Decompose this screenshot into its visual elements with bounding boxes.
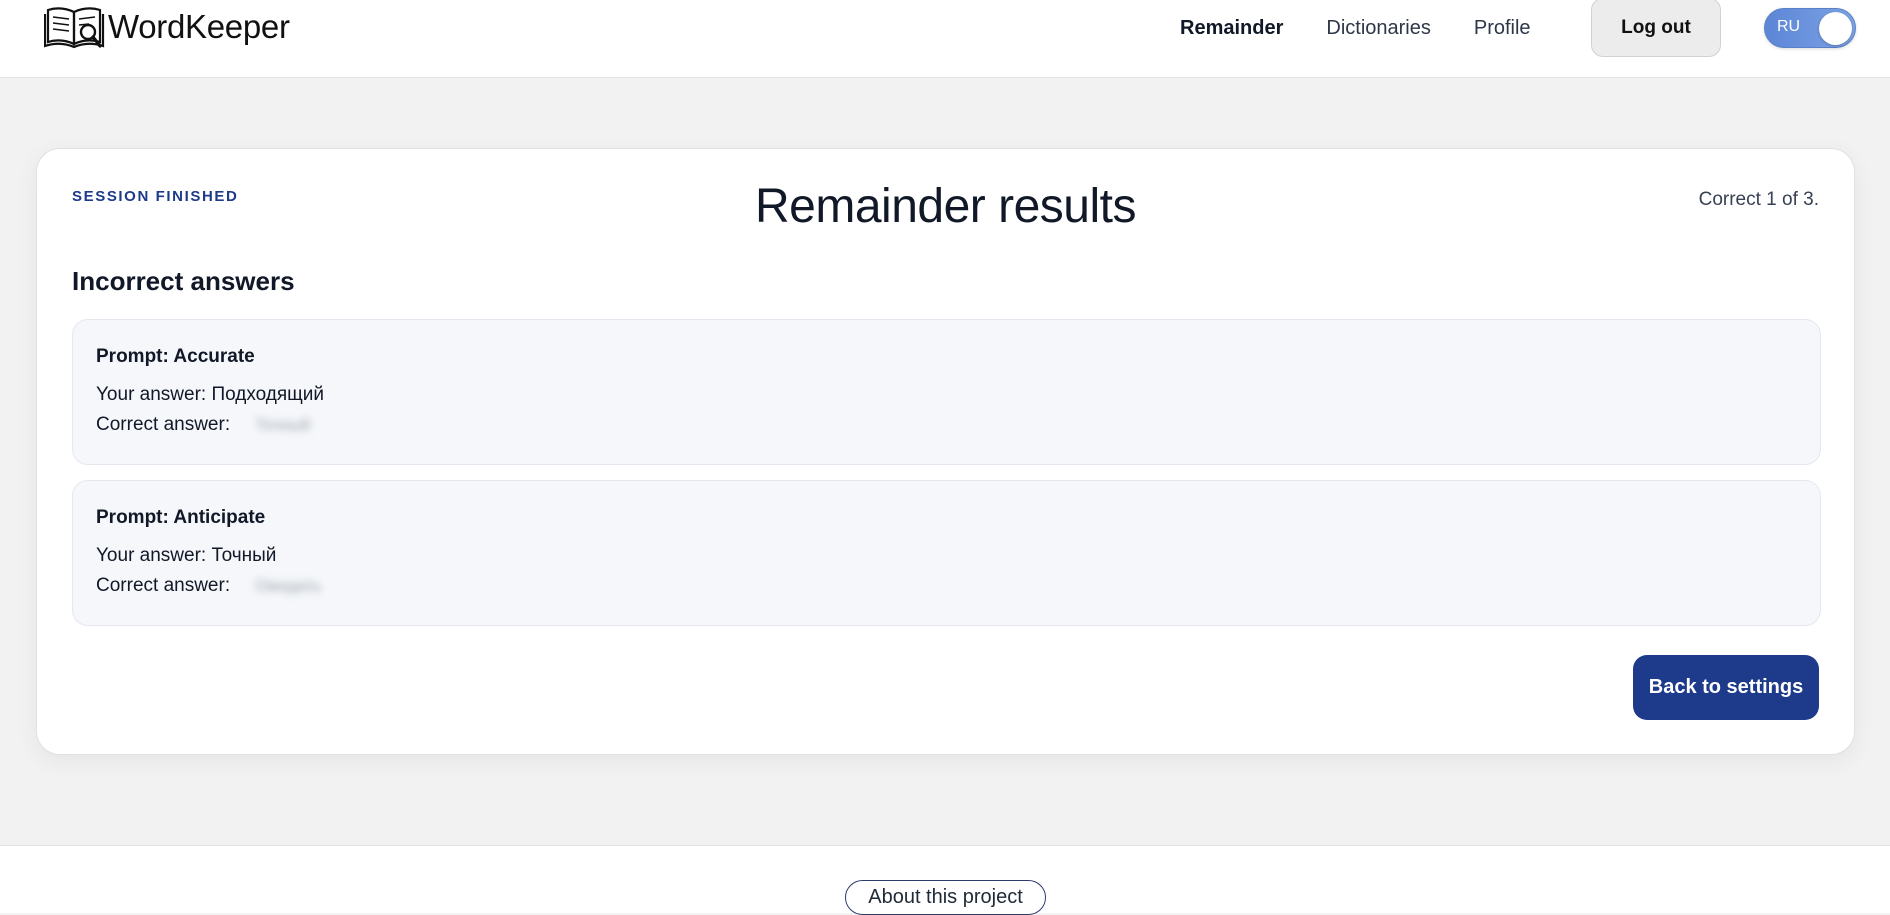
about-project-button[interactable]: About this project xyxy=(845,880,1046,915)
answer-prompt: Prompt: Accurate xyxy=(96,346,255,367)
correct-answer-spoiler[interactable]: Точный xyxy=(255,417,310,435)
nav-dictionaries[interactable]: Dictionaries xyxy=(1326,17,1430,40)
your-answer: Your answer: Точный xyxy=(96,545,277,566)
results-card: SESSION FINISHED Remainder results Corre… xyxy=(36,148,1855,755)
book-magnifier-icon xyxy=(44,7,105,49)
correct-answer-spoiler[interactable]: Ожидать xyxy=(255,578,321,596)
top-header: WordKeeper Remainder Dictionaries Profil… xyxy=(0,0,1890,78)
language-label: RU xyxy=(1777,18,1801,35)
toggle-knob xyxy=(1819,12,1852,45)
incorrect-answer-item: Prompt: Accurate Your answer: Подходящий… xyxy=(72,319,1821,465)
language-toggle[interactable]: RU xyxy=(1764,8,1856,48)
answer-prompt: Prompt: Anticipate xyxy=(96,507,266,528)
correct-answer-label: Correct answer: xyxy=(96,414,231,435)
incorrect-answer-item: Prompt: Anticipate Your answer: Точный C… xyxy=(72,480,1821,626)
correct-answer-label: Correct answer: xyxy=(96,575,231,596)
logout-button[interactable]: Log out xyxy=(1591,0,1721,57)
back-to-settings-button[interactable]: Back to settings xyxy=(1633,655,1819,720)
correct-answer-row: Correct answer: Ожидать xyxy=(96,575,321,597)
main-nav: Remainder Dictionaries Profile xyxy=(1180,0,1574,56)
incorrect-answers-heading: Incorrect answers xyxy=(72,266,295,296)
correct-answer-row: Correct answer: Точный xyxy=(96,414,310,436)
score-summary: Correct 1 of 3. xyxy=(1698,189,1819,210)
nav-profile[interactable]: Profile xyxy=(1474,17,1531,40)
brand-logo[interactable]: WordKeeper xyxy=(44,4,290,50)
your-answer: Your answer: Подходящий xyxy=(96,384,325,405)
page-footer: About this project xyxy=(0,845,1890,915)
page-title: Remainder results xyxy=(755,180,1136,233)
brand-name: WordKeeper xyxy=(108,8,290,45)
nav-remainder[interactable]: Remainder xyxy=(1180,17,1283,40)
